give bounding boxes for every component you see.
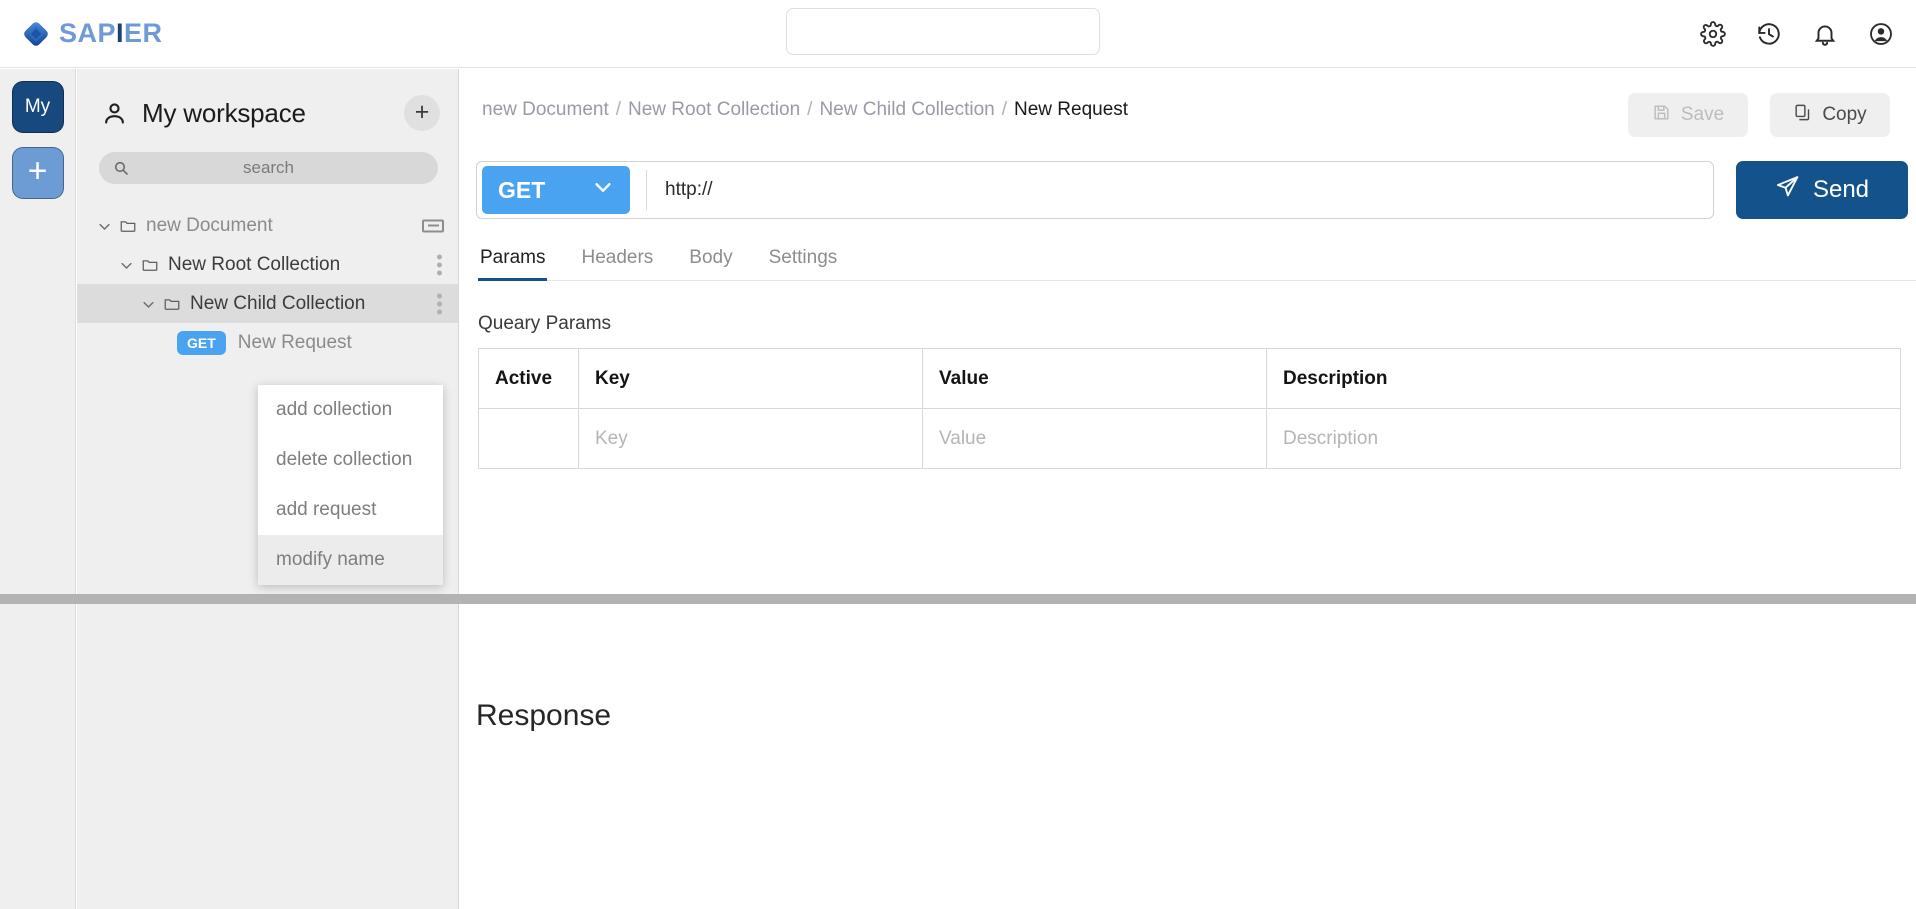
collapse-panel-icon[interactable] (422, 219, 444, 232)
save-button[interactable]: Save (1628, 93, 1748, 137)
diamond-logo-icon (22, 20, 50, 48)
sidebar-search-placeholder: search (242, 158, 295, 177)
url-shell: GET (476, 161, 1714, 219)
breadcrumb-item-new-request: New Request (1014, 99, 1129, 120)
save-button-label: Save (1680, 104, 1725, 125)
breadcrumb-item-new-child-collection[interactable]: New Child Collection (819, 99, 994, 121)
global-search-input[interactable] (786, 8, 1100, 55)
param-active-cell[interactable] (478, 408, 579, 469)
tab-body[interactable]: Body (687, 247, 734, 281)
send-button-label: Send (1812, 176, 1870, 203)
tree-item-label: New Root Collection (168, 253, 341, 275)
add-workspace-item-button[interactable]: + (404, 95, 440, 131)
url-divider (646, 170, 647, 210)
context-menu-item-add-request[interactable]: add request (258, 485, 443, 535)
history-icon[interactable] (1756, 21, 1782, 47)
breadcrumb-item-new-root-collection[interactable]: New Root Collection (628, 99, 800, 121)
query-params-table: Active Key Value Description Key Value D… (478, 348, 1901, 469)
brand-name: SAPIER (59, 18, 163, 49)
copy-button-label: Copy (1822, 104, 1867, 125)
chevron-down-icon[interactable] (141, 296, 156, 311)
request-url-row: GET Send (476, 161, 1908, 219)
request-tabs: Params Headers Body Settings (478, 247, 1916, 281)
brand-name-part1: SAP (59, 18, 117, 48)
copy-button[interactable]: Copy (1770, 93, 1890, 137)
tab-settings[interactable]: Settings (767, 247, 840, 281)
workspace-my-button[interactable]: My (11, 81, 64, 133)
tree-item-label: New Child Collection (190, 292, 366, 314)
panel-splitter[interactable] (0, 594, 1916, 604)
breadcrumb-separator: / (1001, 99, 1008, 120)
collection-tree: new Document New Root Collection New Chi… (77, 206, 458, 362)
chevron-down-icon (592, 176, 614, 204)
breadcrumb-item-new-document[interactable]: new Document (482, 99, 609, 121)
query-params-title: Queary Params (478, 313, 612, 334)
url-input[interactable] (665, 179, 1713, 201)
send-button[interactable]: Send (1736, 161, 1908, 219)
brand-name-part2: I (116, 18, 125, 48)
collection-context-menu: add collection delete collection add req… (258, 385, 443, 585)
copy-icon (1793, 103, 1812, 128)
tree-item-new-request[interactable]: GET New Request (77, 323, 458, 362)
tab-headers[interactable]: Headers (579, 247, 655, 281)
breadcrumb-separator: / (807, 99, 813, 120)
column-header-key: Key (578, 348, 923, 409)
send-icon (1775, 174, 1800, 206)
method-select[interactable]: GET (482, 166, 630, 214)
column-header-value: Value (922, 348, 1267, 409)
context-menu-item-modify-name[interactable]: modify name (258, 535, 443, 585)
column-header-description: Description (1266, 348, 1901, 409)
workspace-rail: My + (0, 69, 76, 909)
more-options-icon[interactable] (437, 293, 442, 314)
workspace-add-button[interactable]: + (11, 147, 64, 199)
breadcrumb-separator: / (615, 99, 622, 120)
chevron-down-icon[interactable] (119, 257, 134, 272)
more-options-icon[interactable] (437, 254, 442, 275)
workspace-header: My workspace + (77, 69, 458, 131)
method-select-label: GET (498, 176, 546, 203)
table-header-row: Active Key Value Description (478, 348, 1901, 409)
sidebar-search-input[interactable]: search (99, 152, 438, 184)
context-menu-item-add-collection[interactable]: add collection (258, 385, 443, 435)
folder-icon (119, 217, 137, 235)
request-method-badge: GET (177, 330, 226, 355)
column-header-active: Active (478, 348, 579, 409)
tree-item-new-root-collection[interactable]: New Root Collection (77, 245, 458, 284)
account-icon[interactable] (1868, 21, 1894, 47)
folder-icon (163, 295, 181, 313)
request-actions: Save Copy (1628, 93, 1890, 137)
tree-item-new-document[interactable]: new Document (77, 206, 458, 245)
top-bar-icons (1700, 0, 1894, 68)
settings-icon[interactable] (1700, 21, 1726, 47)
main-panel: new Document / New Root Collection / New… (460, 69, 1916, 909)
response-title: Response (476, 699, 612, 732)
workspace-title: My workspace (142, 97, 306, 128)
context-menu-item-delete-collection[interactable]: delete collection (258, 435, 443, 485)
notifications-icon[interactable] (1812, 21, 1838, 47)
person-icon (101, 100, 128, 127)
brand-logo[interactable]: SAPIER (22, 18, 163, 49)
chevron-down-icon[interactable] (97, 218, 112, 233)
search-icon (113, 160, 129, 176)
save-icon (1652, 103, 1671, 128)
folder-icon (141, 256, 159, 274)
tree-item-label: new Document (146, 214, 273, 236)
tree-item-label: New Request (237, 331, 352, 353)
brand-name-part3: ER (124, 18, 163, 48)
table-row: Key Value Description (478, 408, 1901, 469)
tab-params[interactable]: Params (478, 247, 548, 281)
param-value-cell[interactable]: Value (922, 408, 1267, 469)
tree-item-new-child-collection[interactable]: New Child Collection (77, 284, 458, 323)
param-description-cell[interactable]: Description (1266, 408, 1901, 469)
param-key-cell[interactable]: Key (578, 408, 923, 469)
top-bar: SAPIER (0, 0, 1916, 68)
